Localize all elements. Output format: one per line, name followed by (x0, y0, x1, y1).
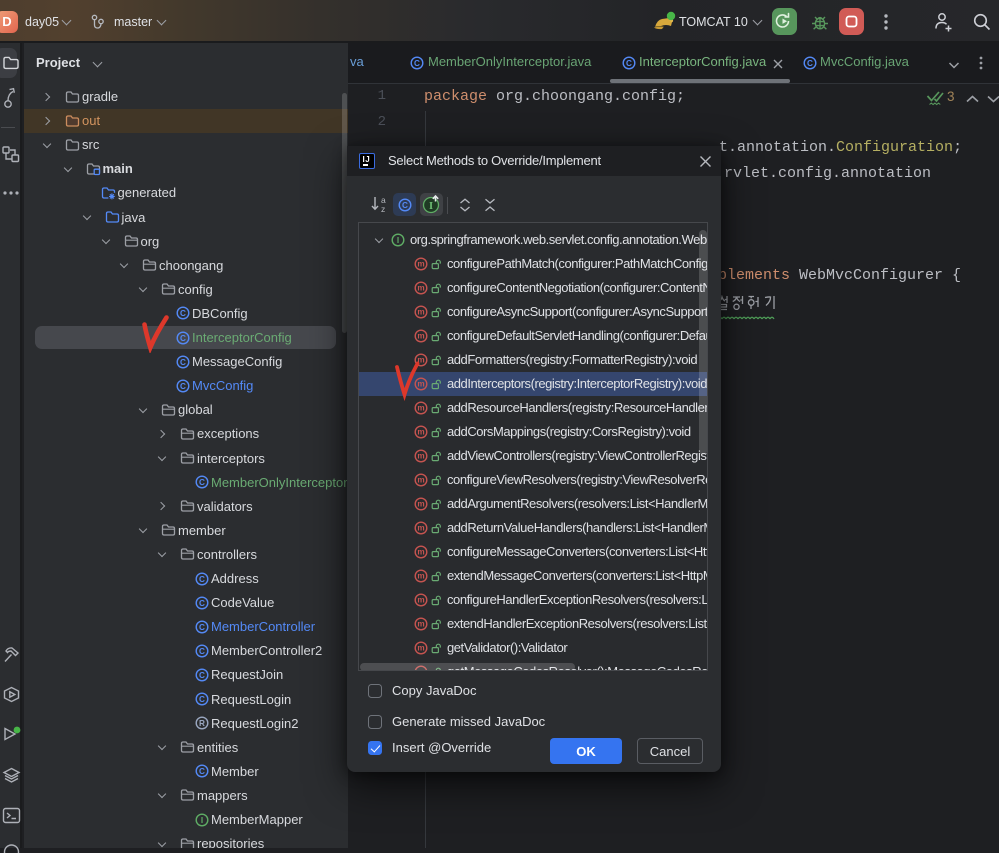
svg-text:m: m (417, 403, 424, 412)
svg-text:C: C (199, 767, 205, 776)
svg-text:C: C (402, 201, 408, 210)
svg-text:C: C (199, 478, 205, 487)
svg-text:z: z (381, 204, 385, 213)
svg-text:m: m (417, 427, 424, 436)
svg-text:I: I (397, 236, 399, 245)
svg-text:C: C (180, 358, 186, 367)
svg-text:m: m (417, 499, 424, 508)
svg-text:C: C (199, 575, 205, 584)
svg-text:m: m (417, 571, 424, 580)
svg-text:C: C (807, 59, 813, 68)
svg-text:C: C (626, 59, 632, 68)
svg-text:m: m (417, 307, 424, 316)
svg-text:m: m (417, 619, 424, 628)
svg-text:C: C (180, 309, 186, 318)
svg-text:m: m (417, 475, 424, 484)
svg-text:m: m (417, 643, 424, 652)
svg-text:I: I (429, 201, 433, 212)
svg-text:m: m (417, 451, 424, 460)
svg-text:I: I (201, 816, 203, 825)
svg-text:m: m (417, 595, 424, 604)
svg-text:m: m (417, 283, 424, 292)
svg-text:C: C (414, 59, 420, 68)
svg-text:C: C (180, 382, 186, 391)
svg-text:C: C (199, 647, 205, 656)
svg-text:m: m (417, 259, 424, 268)
svg-text:m: m (417, 331, 424, 340)
svg-text:C: C (180, 334, 186, 343)
svg-text:C: C (199, 623, 205, 632)
svg-text:C: C (199, 695, 205, 704)
svg-text:C: C (199, 671, 205, 680)
svg-text:R: R (199, 719, 205, 728)
svg-text:m: m (417, 523, 424, 532)
svg-text:m: m (417, 547, 424, 556)
svg-text:C: C (199, 599, 205, 608)
